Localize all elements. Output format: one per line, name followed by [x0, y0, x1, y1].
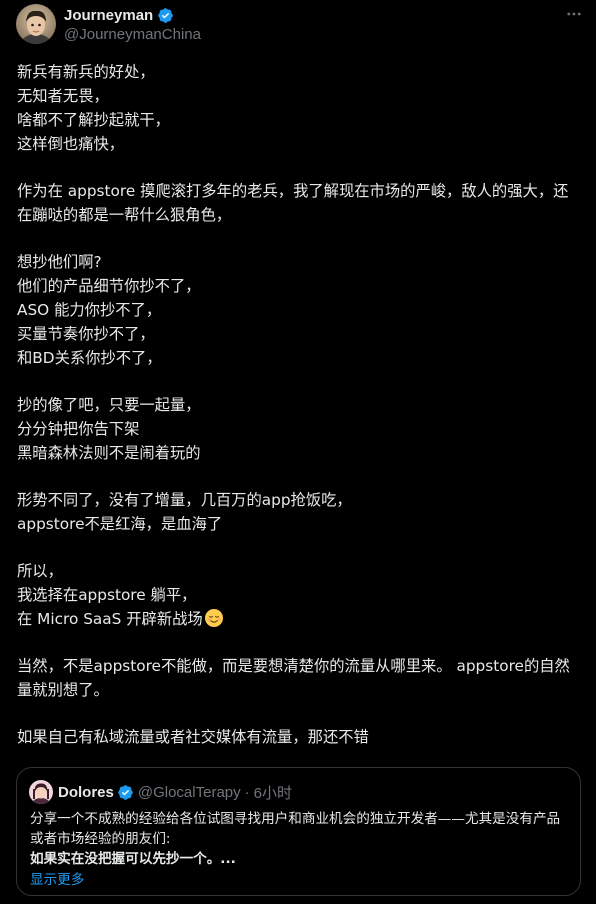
paragraph: 所以， 我选择在appstore 躺平， 在 Micro SaaS 开辟新战场: [17, 559, 579, 631]
text-line: 抄的像了吧，只要一起量，: [17, 396, 201, 414]
author-display-name[interactable]: Journeyman: [64, 7, 153, 24]
quoted-display-name[interactable]: Dolores: [58, 784, 114, 801]
verified-badge-icon: [157, 7, 174, 24]
paragraph: 作为在 appstore 摸爬滚打多年的老兵，我了解现在市场的严峻，敌人的强大，…: [17, 179, 579, 227]
text-line: 形势不同了，没有了增量，几百万的app抢饭吃，: [17, 491, 352, 509]
quoted-handle[interactable]: @GlocalTerapy: [138, 784, 241, 801]
text-line: 新兵有新兵的好处，: [17, 63, 155, 81]
tweet-body: 新兵有新兵的好处， 无知者无畏， 啥都不了解抄起就干， 这样倒也痛快， 作为在 …: [17, 60, 579, 749]
text-line-with-emoji: 在 Micro SaaS 开辟新战场: [17, 607, 579, 631]
paragraph: 形势不同了，没有了增量，几百万的app抢饭吃， appstore不是红海，是血海…: [17, 488, 579, 536]
text-line: 想抄他们啊?: [17, 253, 102, 271]
paragraph: 想抄他们啊? 他们的产品细节你抄不了， ASO 能力你抄不了， 买量节奏你抄不了…: [17, 250, 579, 370]
verified-badge-icon: [117, 784, 134, 801]
text-line: 他们的产品细节你抄不了，: [17, 277, 201, 295]
quoted-tweet-card[interactable]: Dolores @GlocalTerapy · 6小时 分享一个不成熟的经验给各…: [16, 767, 581, 896]
text-line: 无知者无畏，: [17, 87, 109, 105]
quoted-header: Dolores @GlocalTerapy · 6小时: [58, 782, 292, 803]
text-line: 黑暗森林法则不是闹着玩的: [17, 444, 201, 462]
paragraph: 当然，不是appstore不能做，而是要想清楚你的流量从哪里来。 appstor…: [17, 654, 579, 702]
text-line: 啥都不了解抄起就干，: [17, 111, 170, 129]
tweet: Journeyman @JourneymanChina 新兵有新兵的好处， 无知…: [0, 0, 596, 904]
author-avatar[interactable]: [16, 4, 56, 44]
quoted-text: 分享一个不成熟的经验给各位试图寻找用户和商业机会的独立开发者——尤其是没有产品或…: [30, 809, 572, 869]
show-more-link[interactable]: 显示更多: [30, 868, 84, 888]
paragraph: 新兵有新兵的好处， 无知者无畏， 啥都不了解抄起就干， 这样倒也痛快，: [17, 60, 579, 156]
more-options-button[interactable]: [562, 4, 586, 28]
more-horizontal-icon: [565, 5, 583, 27]
text-line: 如果自己有私域流量或者社交媒体有流量，那还不错: [17, 728, 369, 746]
text-line: appstore不是红海，是血海了: [17, 515, 223, 533]
quoted-text-bold: 如果实在没把握可以先抄一个。...: [30, 851, 236, 867]
quoted-author-avatar[interactable]: [29, 780, 53, 804]
text-line: 作为在 appstore 摸爬滚打多年的老兵，我了解现在市场的严峻，敌人的强大，…: [17, 182, 569, 224]
text-line: 我选择在appstore 躺平，: [17, 586, 197, 604]
quoted-timestamp[interactable]: 6小时: [254, 782, 292, 803]
text-line: 买量节奏你抄不了，: [17, 325, 155, 343]
text-line: 这样倒也痛快，: [17, 135, 125, 153]
relieved-face-emoji: [204, 608, 224, 628]
separator-dot: ·: [244, 784, 250, 801]
author-name-row[interactable]: Journeyman: [64, 6, 174, 24]
text-line: 所以，: [17, 562, 63, 580]
quoted-text-body: 分享一个不成熟的经验给各位试图寻找用户和商业机会的独立开发者——尤其是没有产品或…: [30, 811, 561, 847]
paragraph: 如果自己有私域流量或者社交媒体有流量，那还不错: [17, 725, 579, 749]
text-line: 当然，不是appstore不能做，而是要想清楚你的流量从哪里来。 appstor…: [17, 657, 570, 699]
text-segment: 在 Micro SaaS 开辟新战场: [17, 610, 203, 628]
text-line: 和BD关系你抄不了，: [17, 349, 162, 367]
paragraph: 抄的像了吧，只要一起量， 分分钟把你告下架 黑暗森林法则不是闹着玩的: [17, 393, 579, 465]
text-line: ASO 能力你抄不了，: [17, 301, 162, 319]
author-handle[interactable]: @JourneymanChina: [64, 26, 201, 43]
text-line: 分分钟把你告下架: [17, 420, 140, 438]
